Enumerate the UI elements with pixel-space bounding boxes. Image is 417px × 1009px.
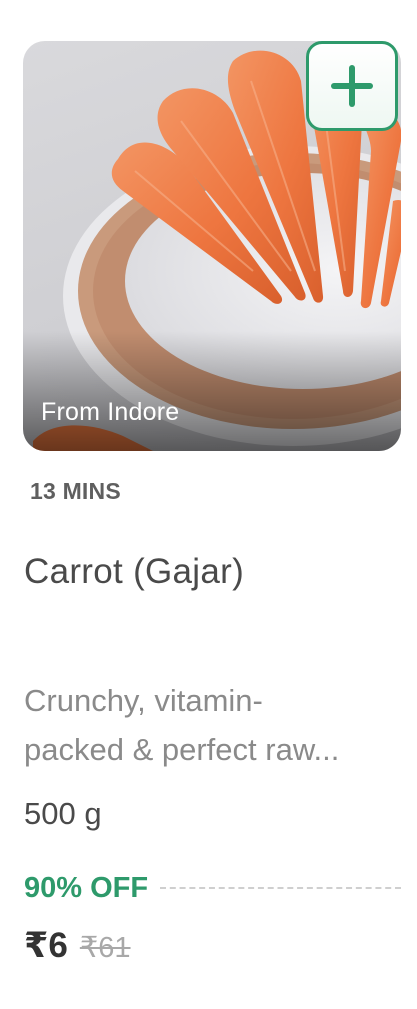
delivery-time: 13 MINS: [30, 478, 121, 504]
add-to-cart-button[interactable]: [306, 41, 398, 131]
dashed-divider: [160, 887, 401, 889]
discount-badge: 90% OFF: [24, 871, 149, 904]
plus-icon: [331, 65, 373, 107]
description-line: packed & perfect raw...: [24, 732, 340, 767]
selling-price: ₹6: [24, 926, 68, 965]
description-line: Crunchy, vitamin-: [24, 683, 263, 718]
origin-label: From Indore: [41, 398, 180, 426]
product-quantity: 500 g: [24, 796, 102, 831]
original-price: ₹61: [79, 932, 131, 964]
product-card[interactable]: From Indore 13 MINS Carrot (Gajar) Crunc…: [0, 0, 417, 1009]
product-description: Crunchy, vitamin- packed & perfect raw..…: [24, 676, 396, 774]
price-row: ₹6 ₹61: [24, 926, 131, 966]
image-shade: [23, 331, 401, 451]
product-name[interactable]: Carrot (Gajar): [24, 552, 244, 592]
discount-row: 90% OFF: [24, 868, 401, 908]
